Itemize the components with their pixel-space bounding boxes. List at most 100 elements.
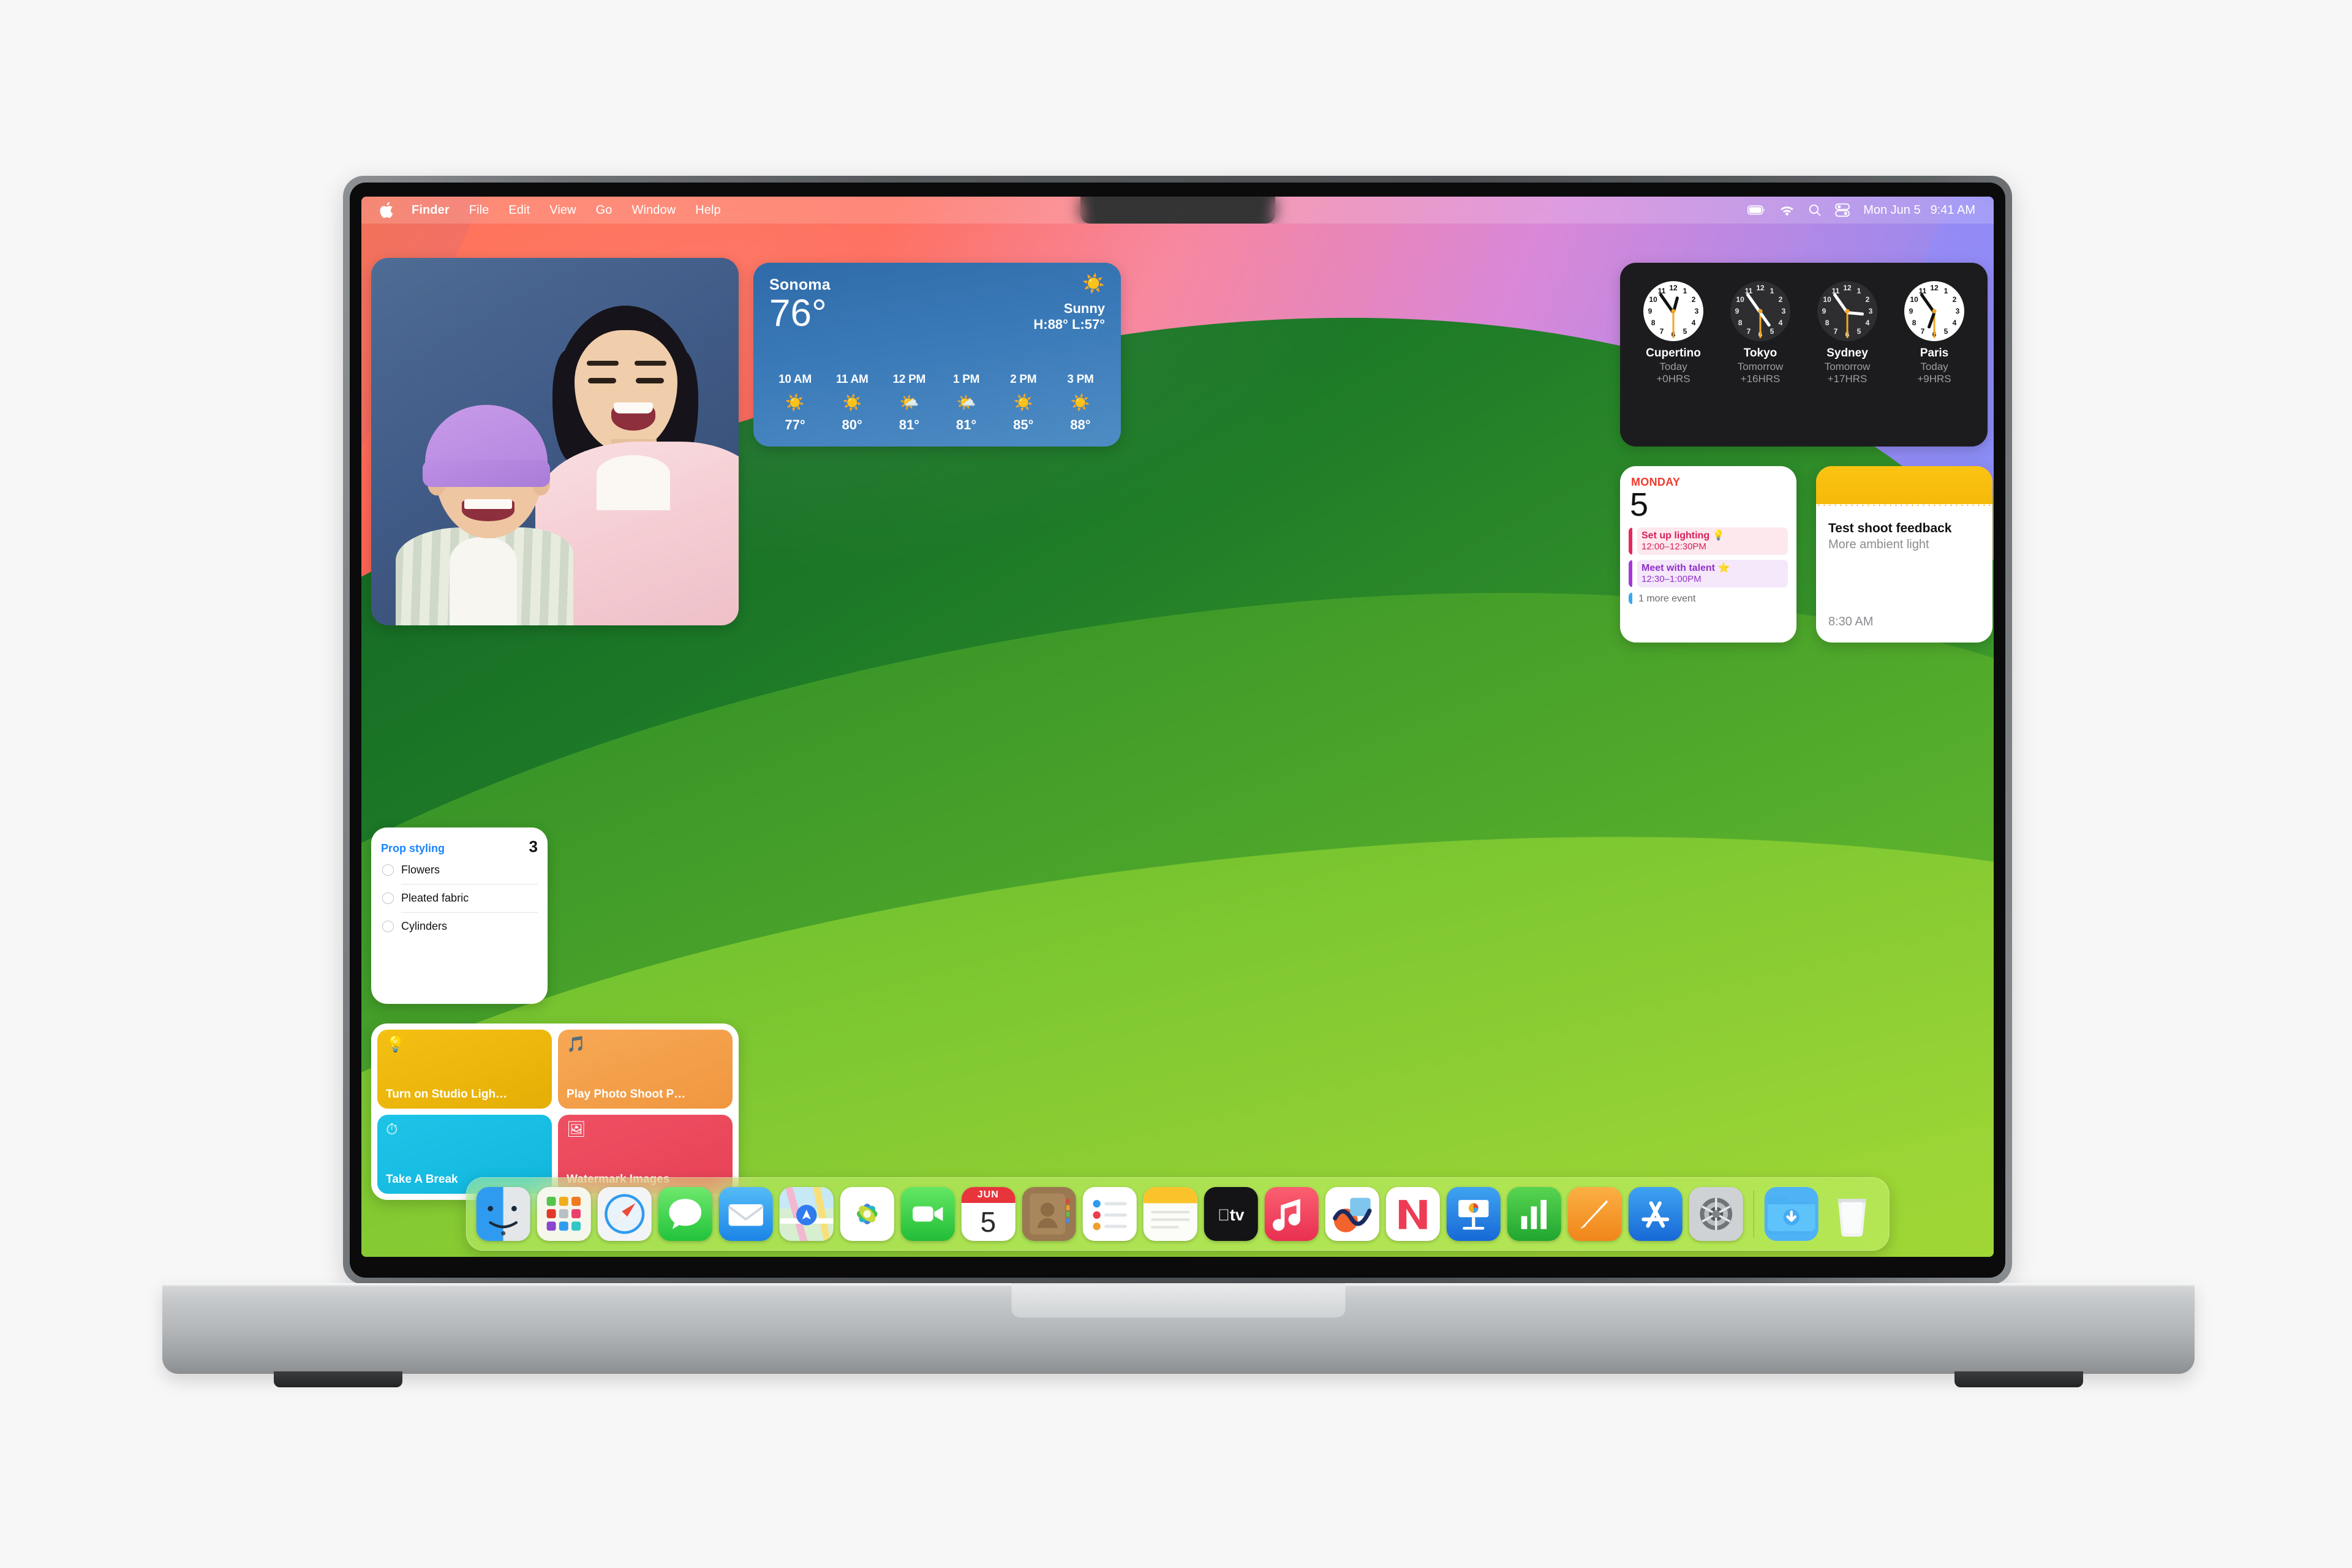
display-bezel: Finder File Edit View Go Window Help Mon… (350, 183, 2005, 1278)
reminder-item[interactable]: Cylinders (381, 913, 538, 940)
dock-app-news[interactable] (1385, 1187, 1440, 1241)
menu-item-file[interactable]: File (459, 203, 499, 217)
calendar-date-number: 5 (1630, 486, 1648, 523)
clock-city-label: Paris (1920, 347, 1949, 360)
calendar-more-events[interactable]: 1 more event (1629, 592, 1788, 605)
laptop-lid: Finder File Edit View Go Window Help Mon… (343, 176, 2012, 1284)
clock-center-dot (1932, 309, 1937, 314)
dock-app-keynote[interactable] (1446, 1187, 1501, 1241)
forecast-temp: 77° (785, 417, 805, 432)
event-color-bar (1629, 559, 1632, 587)
clock-day-label: Today (1659, 361, 1687, 372)
clock-center-dot (1758, 309, 1763, 314)
dock-app-reminders[interactable] (1082, 1187, 1137, 1241)
dock-app-freeform[interactable] (1325, 1187, 1379, 1241)
checkbox-circle-icon[interactable] (382, 921, 394, 932)
dock-trash[interactable] (1825, 1187, 1879, 1241)
clock-numeral: 2 (1778, 295, 1783, 304)
dock-app-app-store[interactable] (1628, 1187, 1683, 1241)
world-clock-city: 121234567891011CupertinoToday+0HRS (1634, 281, 1713, 447)
shortcut-tile-play-playlist[interactable]: 🎵 Play Photo Shoot P… (558, 1030, 733, 1109)
forecast-time: 3 PM (1067, 373, 1094, 386)
dock-app-music[interactable] (1264, 1187, 1319, 1241)
battery-icon[interactable] (1747, 205, 1766, 215)
clock-offset-label: +16HRS (1740, 373, 1781, 385)
reminders-widget[interactable]: Prop styling 3 Flowers Pleated fabric Cy… (371, 827, 548, 1004)
dock: JUN 5 tv (466, 1177, 1890, 1251)
checkbox-circle-icon[interactable] (382, 892, 394, 904)
reminder-item[interactable]: Pleated fabric (381, 884, 538, 912)
calendar-event[interactable]: Meet with talent ⭐ 12:30–1:00PM (1629, 559, 1788, 587)
clock-numeral: 1 (1770, 287, 1774, 296)
checkbox-circle-icon[interactable] (382, 864, 394, 876)
dock-app-safari[interactable] (597, 1187, 652, 1241)
world-clock-city: 121234567891011TokyoTomorrow+16HRS (1721, 281, 1800, 447)
dock-app-facetime[interactable] (900, 1187, 955, 1241)
control-center-icon[interactable] (1835, 203, 1850, 217)
event-color-bar (1629, 527, 1632, 555)
menu-item-go[interactable]: Go (586, 203, 622, 217)
calendar-widget[interactable]: MONDAY 5 Set up lighting 💡 12:00–12:30PM (1620, 466, 1796, 643)
shortcut-tile-studio-light[interactable]: 💡 Turn on Studio Ligh… (377, 1030, 552, 1109)
menu-item-help[interactable]: Help (685, 203, 731, 217)
clock-numeral: 4 (1865, 318, 1870, 327)
reminder-label: Pleated fabric (401, 892, 469, 904)
clock-numeral: 7 (1833, 326, 1838, 336)
forecast-hour: 1 PM 🌤️ 81° (940, 373, 993, 433)
dock-app-contacts[interactable] (1022, 1187, 1076, 1241)
forecast-icon: 🌤️ (899, 393, 919, 412)
clock-numeral: 8 (1738, 318, 1743, 327)
dock-downloads[interactable] (1764, 1187, 1819, 1241)
calendar-day-label: 5 (980, 1206, 997, 1238)
menu-item-edit[interactable]: Edit (499, 203, 540, 217)
dock-app-system-settings[interactable] (1689, 1187, 1743, 1241)
wifi-icon[interactable] (1779, 205, 1795, 216)
forecast-hour: 12 PM 🌤️ 81° (882, 373, 936, 433)
analog-clock-face: 121234567891011 (1904, 281, 1964, 341)
event-details: Meet with talent ⭐ 12:30–1:00PM (1637, 559, 1788, 587)
menu-item-finder[interactable]: Finder (402, 203, 459, 217)
clock-day-label: Today (1920, 361, 1948, 372)
weather-hourly-forecast: 10 AM ☀️ 77° 11 AM ☀️ 80° 12 PM 🌤️ 81° 1… (768, 373, 1107, 433)
menu-item-view[interactable]: View (540, 203, 586, 217)
reminders-header: Prop styling 3 (381, 837, 538, 856)
search-icon[interactable] (1808, 203, 1822, 217)
clock-city-label: Tokyo (1743, 347, 1777, 360)
clock-numeral: 4 (1778, 318, 1783, 327)
hour-hand (1847, 311, 1864, 316)
clock-center-dot (1845, 309, 1850, 314)
dock-app-calendar[interactable]: JUN 5 (961, 1187, 1016, 1241)
dock-app-pages[interactable] (1567, 1187, 1622, 1241)
clock-numeral: 7 (1746, 326, 1751, 336)
shortcuts-widget[interactable]: 💡 Turn on Studio Ligh… 🎵 Play Photo Shoo… (371, 1023, 739, 1200)
dock-app-photos[interactable] (840, 1187, 894, 1241)
dock-app-messages[interactable] (658, 1187, 712, 1241)
dock-app-numbers[interactable] (1507, 1187, 1561, 1241)
world-clock-widget[interactable]: 121234567891011CupertinoToday+0HRS121234… (1620, 263, 1988, 447)
menu-bar: Finder File Edit View Go Window Help Mon… (361, 197, 1994, 224)
forecast-temp: 81° (899, 417, 920, 432)
dock-app-mail[interactable] (718, 1187, 773, 1241)
reminder-item[interactable]: Flowers (381, 856, 538, 884)
clock-numeral: 4 (1691, 318, 1696, 327)
clock-numeral: 3 (1781, 307, 1786, 315)
clock-numeral: 9 (1909, 307, 1913, 315)
menu-item-window[interactable]: Window (622, 203, 686, 217)
apple-logo-icon[interactable] (375, 202, 402, 218)
more-events-label: 1 more event (1638, 593, 1696, 604)
clock-numeral: 9 (1648, 307, 1653, 315)
menu-bar-clock[interactable]: Mon Jun 5 9:41 AM (1863, 203, 1975, 217)
weather-widget[interactable]: Sonoma 76° ☀️ Sunny H:88° L:57° 10 AM ☀️… (753, 263, 1121, 447)
dock-app-launchpad[interactable] (537, 1187, 591, 1241)
clock-numeral: 1 (1683, 287, 1687, 296)
dock-app-notes[interactable] (1143, 1187, 1197, 1241)
dock-app-maps[interactable] (779, 1187, 834, 1241)
dock-separator (1753, 1190, 1754, 1238)
dock-app-finder[interactable] (476, 1187, 530, 1241)
calendar-event[interactable]: Set up lighting 💡 12:00–12:30PM (1629, 527, 1788, 555)
notes-widget[interactable]: Test shoot feedback More ambient light 8… (1816, 466, 1992, 643)
photos-widget[interactable] (371, 258, 739, 625)
reminder-label: Flowers (401, 864, 440, 876)
dock-app-apple-tv[interactable]: tv (1204, 1187, 1258, 1241)
forecast-time: 11 AM (835, 373, 869, 386)
